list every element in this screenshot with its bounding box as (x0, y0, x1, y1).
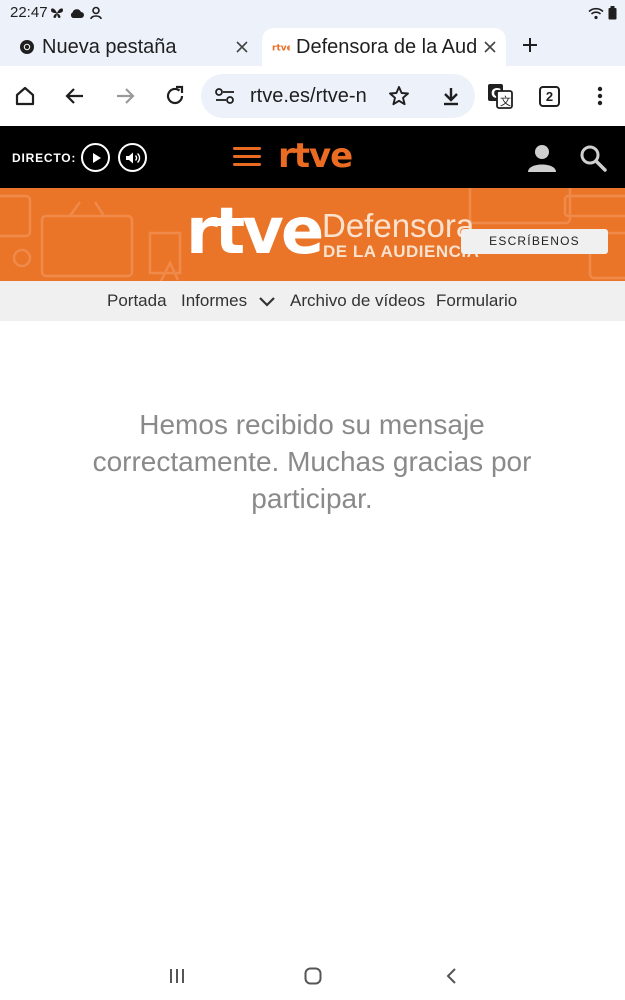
hamburger-menu-icon[interactable] (233, 145, 263, 169)
tab-switcher-button[interactable]: 2 (539, 86, 560, 107)
rtve-favicon: rtve (272, 38, 290, 56)
plus-icon (523, 38, 537, 52)
live-play-button[interactable] (81, 143, 110, 172)
chevron-left-icon (446, 968, 456, 984)
browser-toolbar: rtve.es/rtve-n G文 2 (0, 66, 625, 126)
recent-apps-icon (170, 969, 184, 983)
chrome-icon (18, 38, 36, 56)
back-nav-button[interactable] (438, 963, 464, 989)
home-nav-button[interactable] (300, 963, 326, 989)
address-bar[interactable]: rtve.es/rtve-n (201, 74, 475, 118)
escribenos-button[interactable]: ESCRÍBENOS (461, 229, 608, 254)
butterfly-icon (51, 8, 63, 18)
download-button[interactable] (436, 81, 466, 111)
person-icon (90, 6, 102, 20)
reload-button[interactable] (160, 81, 190, 111)
wifi-icon (588, 7, 604, 19)
browser-window: 22:47 Nueva pestaña rtve Defensora de la (0, 0, 625, 1000)
rtve-header: DIRECTO: rtve (0, 126, 625, 188)
nav-item-archivo-videos[interactable]: Archivo de vídeos (290, 291, 425, 311)
rtve-logo[interactable]: rtve (278, 136, 353, 176)
translate-icon: G文 (488, 84, 513, 109)
tab-nueva-pestana[interactable]: Nueva pestaña (18, 28, 258, 66)
banner-rtve-logo: rtve (186, 195, 324, 269)
banner-title: Defensora (322, 207, 475, 244)
site-settings-icon[interactable] (214, 86, 236, 106)
tab-title: Defensora de la Audiencia (296, 35, 476, 58)
play-icon (92, 152, 101, 163)
menu-button[interactable] (585, 81, 615, 111)
user-account-icon[interactable] (527, 143, 557, 173)
tab-title: Nueva pestaña (42, 35, 177, 58)
banner-subtitle: DE LA AUDIENCIA (323, 242, 480, 261)
cloud-icon (70, 8, 84, 18)
home-icon (15, 86, 35, 106)
chevron-down-icon[interactable] (258, 295, 276, 309)
reload-icon (166, 85, 184, 105)
nav-item-informes[interactable]: Informes (181, 291, 247, 311)
new-tab-button[interactable] (517, 32, 543, 58)
svg-text:rtve: rtve (272, 44, 290, 53)
home-button[interactable] (10, 81, 40, 111)
svg-text:文: 文 (500, 94, 511, 108)
back-button[interactable] (60, 81, 90, 111)
recent-apps-button[interactable] (164, 963, 190, 989)
arrow-right-icon (117, 88, 135, 104)
status-left-icons (50, 5, 103, 21)
close-tab-icon[interactable] (480, 37, 500, 57)
defensora-banner: rtve Defensora DE LA AUDIENCIA ESCRÍBENO… (0, 188, 625, 281)
battery-icon (608, 6, 617, 20)
more-vert-icon (597, 86, 603, 106)
status-time: 22:47 (10, 4, 48, 21)
url-text[interactable]: rtve.es/rtve-n (250, 85, 368, 108)
bookmark-star-icon[interactable] (387, 84, 411, 108)
directo-label: DIRECTO: (12, 151, 77, 165)
confirmation-message: Hemos recibido su mensaje correctamente.… (92, 409, 532, 514)
close-tab-icon[interactable] (232, 37, 252, 57)
home-circle-icon (304, 967, 322, 985)
speaker-icon (125, 152, 140, 163)
section-nav: Portada Informes Archivo de vídeos Formu… (0, 281, 625, 321)
search-icon[interactable] (579, 144, 607, 172)
forward-button[interactable] (110, 81, 140, 111)
download-icon (444, 88, 458, 106)
arrow-left-icon (65, 88, 83, 104)
nav-item-formulario[interactable]: Formulario (436, 291, 517, 311)
live-audio-button[interactable] (118, 143, 147, 172)
status-bar: 22:47 (0, 0, 625, 26)
system-nav-bar (0, 955, 625, 1000)
status-right-icons (588, 5, 617, 21)
tab-defensora[interactable]: rtve Defensora de la Audiencia (262, 28, 506, 66)
nav-item-portada[interactable]: Portada (107, 291, 167, 311)
translate-button[interactable]: G文 (485, 81, 515, 111)
